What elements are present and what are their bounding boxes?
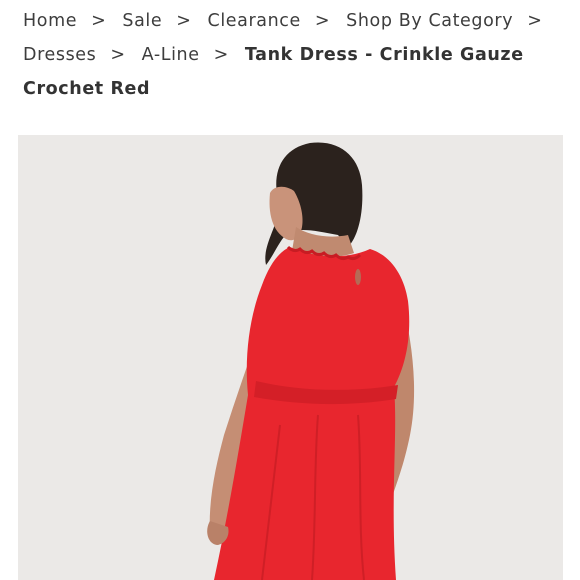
breadcrumb-current-page: Tank Dress - Crinkle Gauze Crochet Red: [23, 45, 524, 99]
product-photo-illustration: [18, 135, 563, 580]
breadcrumb-link-sale[interactable]: Sale: [122, 11, 162, 31]
breadcrumb-link-clearance[interactable]: Clearance: [208, 11, 301, 31]
breadcrumb-separator: >: [527, 11, 543, 31]
breadcrumb-separator: >: [91, 11, 107, 31]
breadcrumb-link-shop-by-category[interactable]: Shop By Category: [346, 11, 513, 31]
breadcrumb-separator: >: [213, 45, 229, 65]
breadcrumb: Home > Sale > Clearance > Shop By Category > Dre…: [23, 0, 568, 106]
breadcrumb-link-dresses[interactable]: Dresses: [23, 45, 96, 65]
breadcrumb-link-a-line[interactable]: A-Line: [142, 45, 200, 65]
dress-keyhole: [355, 269, 361, 285]
breadcrumb-separator: >: [314, 11, 331, 31]
product-image[interactable]: [18, 135, 563, 580]
breadcrumb-separator: >: [176, 11, 192, 31]
breadcrumb-separator: >: [110, 45, 126, 65]
breadcrumb-link-home[interactable]: Home: [23, 11, 77, 31]
